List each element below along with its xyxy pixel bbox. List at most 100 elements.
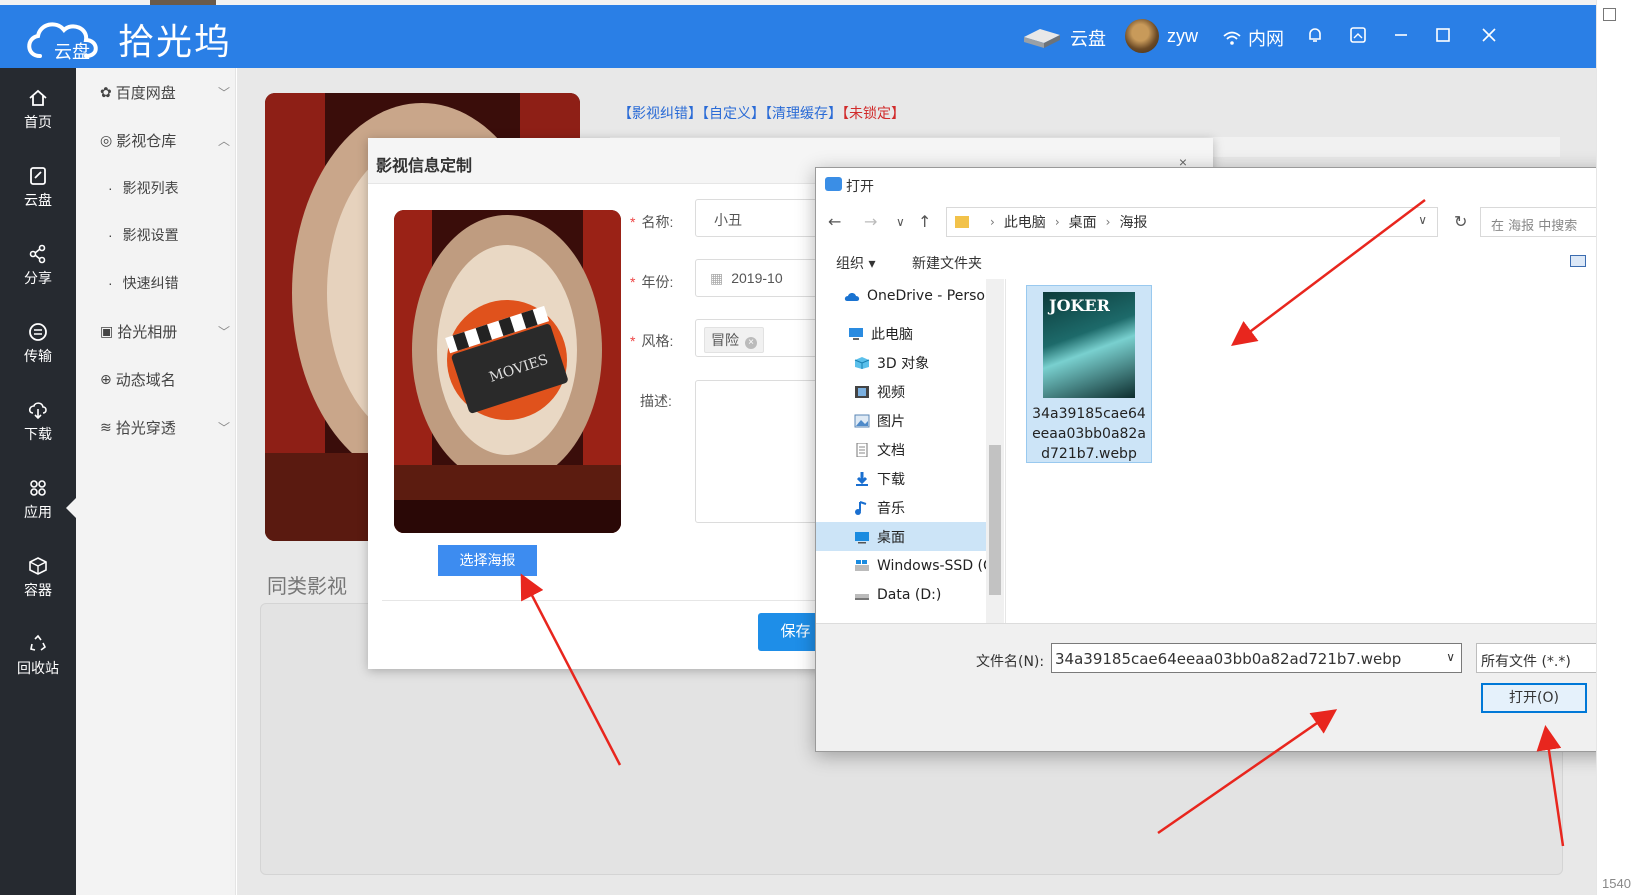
desktop-icon <box>855 531 869 543</box>
tree-item-3d-objects[interactable]: 3D 对象 <box>854 348 1004 377</box>
submenu-album[interactable]: ▣ 拾光相册 ﹀ <box>100 321 230 342</box>
maximize-icon[interactable] <box>1434 25 1452 51</box>
link-movie-fix[interactable]: 【影视纠错】 <box>618 105 702 121</box>
tree-item-drive-c[interactable]: Windows-SSD (C:) <box>854 551 1004 580</box>
wifi-icon <box>1223 31 1241 45</box>
file-list: JOKER 34a39185cae64eeaa03bb0a82ad721b7.w… <box>1005 279 1640 623</box>
address-bar[interactable]: › 此电脑 › 桌面 › 海报 ∨ <box>946 207 1438 237</box>
submenu: ✿ 百度网盘 ﹀ ◎ 影视仓库 ︿ 影视列表 影视设置 快速纠错 ▣ 拾光相册 … <box>76 68 236 895</box>
name-label: * 名称: <box>630 214 674 230</box>
filename-input[interactable]: 34a39185cae64eeaa03bb0a82ad721b7.webp ∨ <box>1051 643 1462 673</box>
genre-label: * 风格: <box>630 333 674 349</box>
close-icon[interactable] <box>1480 25 1498 51</box>
tree-item-documents[interactable]: 文档 <box>854 435 1004 464</box>
submenu-movie-list[interactable]: 影视列表 <box>108 178 179 198</box>
tree-item-this-pc[interactable]: 此电脑 <box>848 319 1004 348</box>
thumbnail-title: JOKER <box>1049 296 1110 315</box>
dialog-title: 打开 <box>846 179 874 195</box>
nav-label: 回收站 <box>17 660 59 676</box>
bell-icon[interactable] <box>1305 25 1325 51</box>
tree-item-desktop[interactable]: 桌面 <box>816 522 986 551</box>
network-mode-label: 内网 <box>1248 29 1284 49</box>
dialog-navbar: ← → ∨ ↑ › 此电脑 › 桌面 › 海报 ∨ ↻ 在 海报 中搜索 <box>816 202 1640 242</box>
open-button[interactable]: 打开(O) <box>1481 683 1587 713</box>
forward-arrow-icon[interactable]: → <box>864 212 877 231</box>
file-item[interactable]: JOKER 34a39185cae64eeaa03bb0a82ad721b7.w… <box>1026 285 1152 463</box>
tag-remove-icon[interactable]: × <box>745 337 757 349</box>
nav-item-cloud[interactable]: 云盘 <box>0 154 76 224</box>
submenu-movie-settings[interactable]: 影视设置 <box>108 225 179 245</box>
nav-label: 下载 <box>24 426 52 442</box>
link-clear-cache[interactable]: 【清理缓存】 <box>765 105 842 121</box>
home-icon <box>29 89 47 106</box>
link-custom[interactable]: 【自定义】 <box>702 105 765 121</box>
tree-item-downloads[interactable]: 下载 <box>854 464 1004 493</box>
recycle-icon <box>30 634 47 651</box>
outer-checkbox[interactable] <box>1603 8 1616 21</box>
tree-label: 下载 <box>877 471 905 488</box>
submenu-baidu[interactable]: ✿ 百度网盘 ﹀ <box>100 82 230 103</box>
onedrive-icon <box>844 292 860 301</box>
tree-item-videos[interactable]: 视频 <box>854 377 1004 406</box>
chevron-down-icon[interactable]: ∨ <box>1446 650 1455 664</box>
nav-item-share[interactable]: 分享 <box>0 232 76 302</box>
app-cloud-icon <box>825 177 842 191</box>
tree-label: 图片 <box>877 413 905 430</box>
user-menu[interactable]: zyw <box>1125 19 1198 53</box>
tree-item-pictures[interactable]: 图片 <box>854 406 1004 435</box>
path-segment[interactable]: 海报 <box>1119 212 1147 232</box>
chevron-up-icon: ︿ <box>217 134 230 148</box>
tree-item-onedrive[interactable]: OneDrive - Personal <box>844 281 1004 310</box>
minimize-icon[interactable] <box>1392 25 1410 51</box>
similar-title: 同类影视 <box>267 576 347 598</box>
link-unlocked[interactable]: 【未锁定】 <box>842 105 905 121</box>
chevron-down-icon[interactable]: ∨ <box>1418 213 1427 227</box>
submenu-label: 动态域名 <box>115 372 176 389</box>
cloud-logo-icon: 云盘 <box>27 22 98 62</box>
tree-label: Data (D:) <box>877 586 942 603</box>
choose-poster-button[interactable]: 选择海报 <box>438 545 537 576</box>
recent-dropdown-icon[interactable]: ∨ <box>896 215 905 229</box>
genre-tag[interactable]: 冒险 × <box>704 327 764 353</box>
folder-icon <box>955 216 969 228</box>
refresh-icon[interactable]: ↻ <box>1454 212 1467 231</box>
screenshot-icon[interactable] <box>1348 25 1368 51</box>
nav-item-transfer[interactable]: 传输 <box>0 310 76 380</box>
nav-item-container[interactable]: 容器 <box>0 544 76 614</box>
new-folder-button[interactable]: 新建文件夹 <box>912 253 982 273</box>
tree-scrollbar-thumb[interactable] <box>989 445 1001 595</box>
view-mode-icon[interactable] <box>1570 255 1586 267</box>
back-arrow-icon[interactable]: ← <box>828 212 841 231</box>
nav-item-home[interactable]: 首页 <box>0 76 76 146</box>
cloud-drive-label: 云盘 <box>1070 29 1106 49</box>
nav-item-download[interactable]: 下载 <box>0 388 76 458</box>
cloud-disk-icon <box>30 167 46 185</box>
up-arrow-icon[interactable]: ↑ <box>918 212 931 231</box>
film-reel-icon: ◎ <box>100 132 113 148</box>
year-label: * 年份: <box>630 274 674 290</box>
path-segment[interactable]: 桌面 <box>1069 212 1097 232</box>
path-segment[interactable]: 此电脑 <box>1004 212 1046 232</box>
submenu-warehouse[interactable]: ◎ 影视仓库 ︿ <box>100 130 230 151</box>
file-name: 34a39185cae64eeaa03bb0a82ad721b7.webp <box>1032 406 1146 462</box>
tree-item-music[interactable]: 音乐 <box>854 493 1004 522</box>
nav-label: 应用 <box>24 504 52 520</box>
tree-item-drive-d[interactable]: Data (D:) <box>854 580 1004 609</box>
cloud-drive-button[interactable]: 云盘 <box>1020 25 1106 51</box>
pictures-icon <box>854 414 870 427</box>
submenu-label: 影视仓库 <box>116 133 177 150</box>
nav-item-apps[interactable]: 应用 <box>0 466 76 536</box>
network-mode-button[interactable]: 内网 <box>1222 25 1284 51</box>
nav-item-recycle[interactable]: 回收站 <box>0 622 76 692</box>
submenu-quick-fix[interactable]: 快速纠错 <box>108 273 179 293</box>
submenu-ddns[interactable]: ⊕ 动态域名 <box>100 369 230 390</box>
layers-icon: ≋ <box>100 419 112 435</box>
submenu-label: 拾光相册 <box>117 324 178 341</box>
avatar <box>1125 19 1159 53</box>
tree-label: 文档 <box>877 442 905 459</box>
organize-button[interactable]: 组织 ▾ <box>836 253 875 273</box>
submenu-tunnel[interactable]: ≋ 拾光穿透 ﹀ <box>100 417 230 438</box>
main-nav: 首页 云盘 分享 传输 下载 应用 容器 回收站 <box>0 68 76 895</box>
container-icon <box>29 557 47 575</box>
drive-c-icon <box>855 559 869 571</box>
